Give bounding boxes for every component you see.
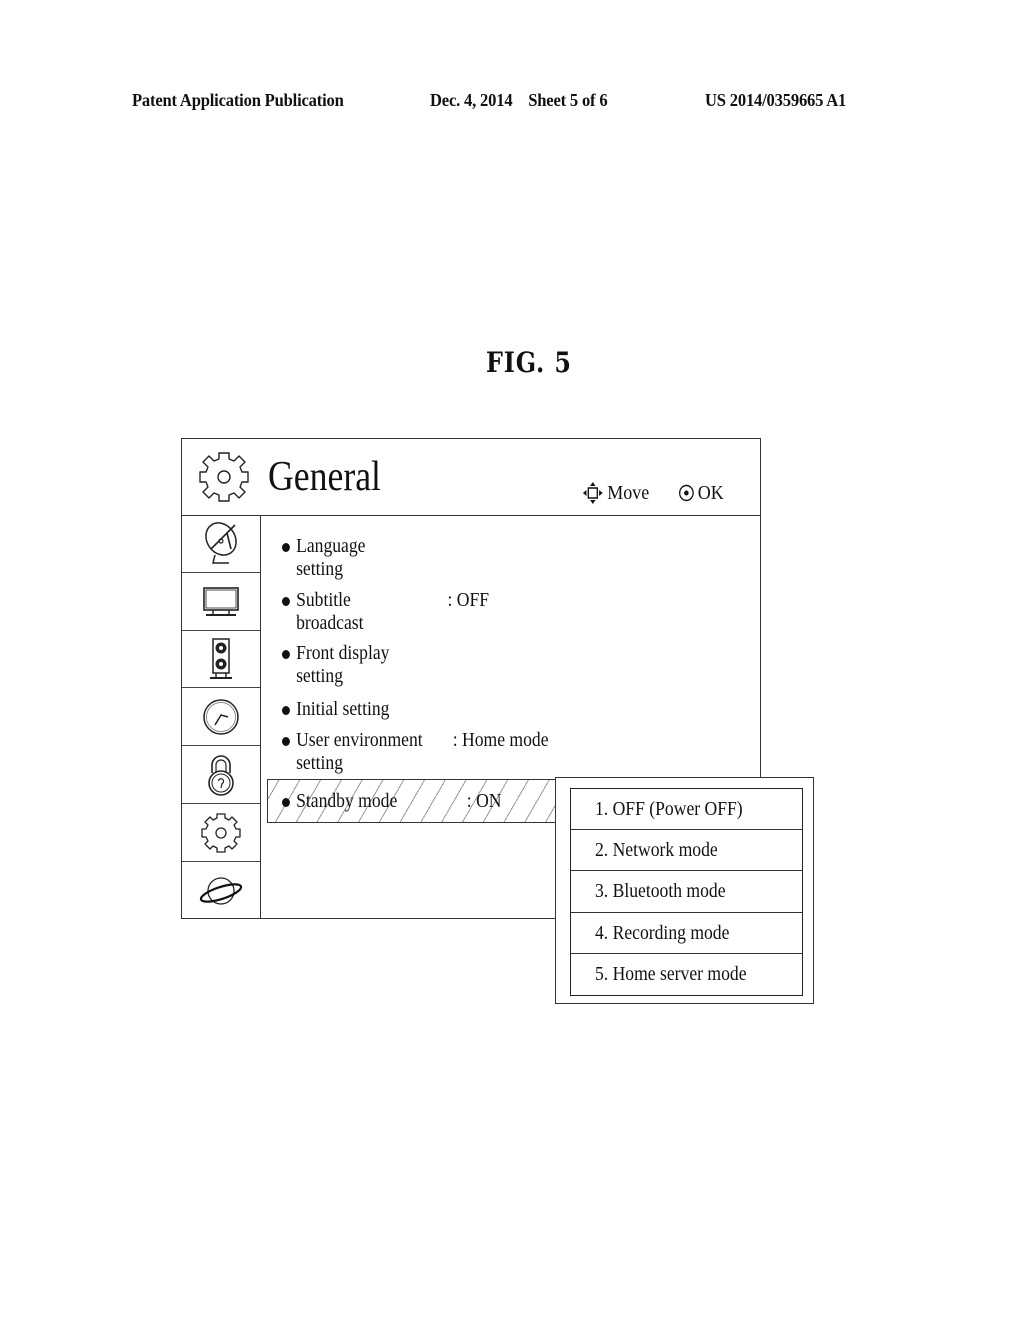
sidebar-item-time[interactable] — [182, 688, 260, 747]
ok-circle-icon — [678, 484, 694, 502]
tv-monitor-icon — [203, 587, 239, 617]
option-network-mode[interactable]: 2. Network mode — [571, 830, 802, 872]
option-label: 1. OFF (Power OFF) — [595, 798, 743, 820]
menu-item-front-display-setting[interactable]: Front display setting — [282, 642, 446, 688]
move-hint-label: Move — [607, 481, 650, 504]
option-label: 2. Network mode — [595, 839, 718, 862]
menu-item-user-environment-setting[interactable]: User environment setting : Home mode — [282, 729, 549, 775]
menu-item-label-line2: setting — [296, 752, 344, 774]
option-label: 3. Bluetooth mode — [595, 880, 726, 903]
option-home-server-mode[interactable]: 5. Home server mode — [571, 954, 802, 995]
publication-title: Patent Application Publication — [132, 90, 344, 110]
menu-item-label: User environment — [296, 729, 423, 751]
bullet-icon — [282, 597, 290, 606]
bullet-icon — [282, 798, 290, 807]
clock-icon — [203, 699, 239, 735]
speaker-icon — [210, 638, 232, 679]
menu-item-subtitle-broadcast[interactable]: Subtitle broadcast : OFF — [282, 589, 489, 635]
sidebar-item-network[interactable] — [182, 862, 260, 920]
option-label: 5. Home server mode — [595, 962, 747, 985]
satellite-dish-icon — [205, 522, 237, 565]
menu-item-language-setting[interactable]: Language setting — [282, 535, 446, 581]
menu-item-label-line2: broadcast — [296, 612, 364, 634]
bullet-icon — [282, 543, 290, 552]
menu-item-label-line2: setting — [296, 665, 344, 687]
figure-label: FIG. 5 — [486, 346, 572, 379]
navigation-hints: Move OK — [582, 481, 724, 505]
subtitle-value: : OFF — [447, 589, 490, 611]
planet-icon — [199, 877, 243, 905]
ok-hint-label: OK — [697, 481, 724, 504]
menu-item-label: Subtitle — [296, 589, 351, 611]
menu-item-label-line2: setting — [296, 558, 344, 580]
menu-item-label: Front display — [296, 642, 390, 664]
sidebar-item-general[interactable] — [182, 804, 260, 862]
patent-number: US 2014/0359665 A1 — [705, 90, 847, 110]
bullet-icon — [282, 737, 290, 746]
category-sidebar — [182, 515, 261, 918]
four-way-arrow-icon — [582, 482, 603, 504]
menu-title: General — [268, 454, 381, 500]
option-recording-mode[interactable]: 4. Recording mode — [571, 913, 802, 954]
bullet-icon — [282, 650, 290, 659]
title-bar: General Move OK — [182, 439, 760, 516]
padlock-icon — [208, 754, 234, 796]
gear-icon — [199, 452, 249, 502]
menu-item-standby-mode-selected[interactable]: Standby mode : ON — [267, 779, 557, 823]
publication-date-sheet: Dec. 4, 2014 Sheet 5 of 6 — [430, 90, 608, 110]
menu-item-label: Language — [296, 535, 366, 557]
standby-mode-value: : ON — [466, 790, 502, 812]
standby-options-list: 1. OFF (Power OFF) 2. Network mode 3. Bl… — [570, 788, 803, 996]
gear-icon — [201, 813, 241, 854]
sidebar-item-broadcast[interactable] — [182, 515, 260, 573]
sidebar-item-lock[interactable] — [182, 746, 260, 804]
sidebar-item-audio[interactable] — [182, 631, 260, 689]
bullet-icon — [282, 706, 290, 715]
user-environment-value: : Home mode — [452, 729, 549, 751]
standby-mode-popup: 1. OFF (Power OFF) 2. Network mode 3. Bl… — [555, 777, 814, 1004]
option-bluetooth-mode[interactable]: 3. Bluetooth mode — [571, 871, 802, 913]
standby-mode-label: Standby mode — [296, 790, 398, 812]
option-power-off[interactable]: 1. OFF (Power OFF) — [571, 789, 802, 831]
sidebar-item-picture[interactable] — [182, 573, 260, 631]
menu-item-label: Initial setting — [296, 698, 390, 720]
option-label: 4. Recording mode — [595, 921, 730, 944]
menu-item-initial-setting[interactable]: Initial setting — [282, 698, 446, 721]
